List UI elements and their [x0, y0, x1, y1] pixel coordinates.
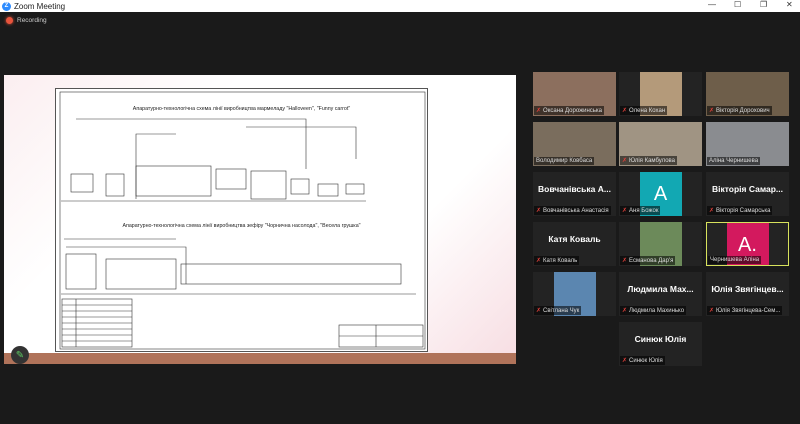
recording-indicator[interactable]: Recording — [6, 17, 47, 24]
participant-tile[interactable]: ✗ Олена Кохан — [619, 72, 702, 116]
title-bar: Z Zoom Meeting — ☐ ❐ ✕ — [0, 0, 800, 12]
participant-name-label: Володимир Ковбаса — [534, 157, 595, 165]
muted-mic-icon: ✗ — [622, 208, 628, 214]
participant-name-label: ✗ Оксана Дорожинська — [534, 106, 605, 115]
muted-mic-icon: ✗ — [709, 108, 715, 114]
participant-tile[interactable]: Катя Коваль ✗ Катя Коваль — [533, 222, 616, 266]
participant-display-name: Синюк Юлія — [634, 334, 687, 344]
participant-name: Вікторія Самарська — [716, 207, 771, 214]
technical-drawing: Апаратурно-технологічна схема лінії виро… — [55, 88, 428, 352]
participant-name-label: ✗ Людмила Махинько — [620, 306, 687, 315]
participant-name: Олена Кохан — [629, 107, 666, 114]
annotate-pencil-button[interactable]: ✎ — [11, 346, 29, 364]
slide-footer-bar — [4, 353, 516, 364]
participant-display-name: Вовчанівська А... — [538, 184, 611, 194]
participant-tile[interactable]: Володимир Ковбаса — [533, 122, 616, 166]
participant-tile[interactable]: ✗ Есманова Дар'я — [619, 222, 702, 266]
muted-mic-icon: ✗ — [536, 208, 542, 214]
participant-display-name: Катя Коваль — [548, 234, 601, 244]
participant-tile[interactable]: Вовчанівська А... ✗ Вовчанівська Анастасія — [533, 172, 616, 216]
participant-name-label: ✗ Вовчанівська Анастасія — [534, 206, 611, 215]
participant-name: Людмила Махинько — [629, 307, 685, 314]
participant-name-label: ✗ Есманова Дар'я — [620, 256, 676, 265]
recording-dot-icon — [6, 17, 13, 24]
muted-mic-icon: ✗ — [709, 208, 715, 214]
participant-name-label: ✗ Юлія Звягінцева-Сем... — [707, 306, 783, 315]
participant-name-label: ✗ Світлана Чук — [534, 306, 582, 315]
participant-name: Катя Коваль — [543, 257, 578, 264]
participant-tile[interactable]: Вікторія Самар... ✗ Вікторія Самарська — [706, 172, 789, 216]
participant-name-label: ✗ Олена Кохан — [620, 106, 668, 115]
recording-label: Recording — [17, 17, 47, 24]
participant-name-label: ✗ Синюк Юлія — [620, 356, 665, 365]
participant-name-label: ✗ Юлія Камбулова — [620, 156, 677, 165]
participant-display-name: Юлія Звягінцев... — [711, 284, 784, 294]
pencil-icon: ✎ — [15, 349, 25, 361]
participant-name: Юлія Звягінцева-Сем... — [716, 307, 781, 314]
muted-mic-icon: ✗ — [536, 108, 542, 114]
participant-tile[interactable]: ✗ Юлія Камбулова — [619, 122, 702, 166]
participant-name-label: ✗ Катя Коваль — [534, 256, 580, 265]
participant-name: Юлія Камбулова — [629, 157, 675, 164]
participant-tile[interactable]: ✗ Вікторія Дорохович — [706, 72, 789, 116]
restore-button[interactable]: ❐ — [760, 0, 767, 9]
muted-mic-icon: ✗ — [622, 308, 628, 314]
participant-name: Аліна Чернишева — [709, 158, 759, 164]
muted-mic-icon: ✗ — [622, 258, 628, 264]
participant-tile[interactable]: Юлія Звягінцев... ✗ Юлія Звягінцева-Сем... — [706, 272, 789, 316]
participant-name: Есманова Дар'я — [629, 257, 674, 264]
participant-tile[interactable]: A ✗ Аня Божок — [619, 172, 702, 216]
participant-tile[interactable]: Людмила Мах... ✗ Людмила Махинько — [619, 272, 702, 316]
minimize-button[interactable]: — — [708, 0, 716, 9]
muted-mic-icon: ✗ — [536, 258, 542, 264]
participant-name: Світлана Чук — [543, 307, 580, 314]
participant-name: Аня Божок — [629, 207, 659, 214]
maximize-button[interactable]: ☐ — [734, 0, 741, 9]
participant-name: Синюк Юлія — [629, 357, 663, 364]
close-button[interactable]: ✕ — [786, 0, 793, 9]
participant-name: Вікторія Дорохович — [716, 107, 770, 114]
participant-name-label: ✗ Аня Божок — [620, 206, 661, 215]
participant-name: Володимир Ковбаса — [536, 158, 593, 164]
muted-mic-icon: ✗ — [622, 158, 628, 164]
participant-tile[interactable]: ✗ Світлана Чук — [533, 272, 616, 316]
participant-display-name: Вікторія Самар... — [711, 184, 784, 194]
muted-mic-icon: ✗ — [622, 358, 628, 364]
zoom-logo-icon: Z — [2, 1, 11, 11]
participant-name-label: Чернишева Аліна — [708, 256, 762, 264]
participant-name-label: Аліна Чернишева — [707, 157, 761, 165]
participant-display-name: Людмила Мах... — [627, 284, 694, 294]
window-title: Zoom Meeting — [14, 1, 66, 11]
participant-tile[interactable]: Аліна Чернишева — [706, 122, 789, 166]
schematic-lines — [59, 91, 426, 350]
participant-name-label: ✗ Вікторія Самарська — [707, 206, 773, 215]
shared-screen: Апаратурно-технологічна схема лінії виро… — [4, 75, 516, 364]
muted-mic-icon: ✗ — [709, 308, 715, 314]
participant-name-label: ✗ Вікторія Дорохович — [707, 106, 772, 115]
participant-tile[interactable]: Синюк Юлія ✗ Синюк Юлія — [619, 322, 702, 366]
participant-name: Оксана Дорожинська — [543, 107, 603, 114]
participant-tile[interactable]: ✗ Оксана Дорожинська — [533, 72, 616, 116]
muted-mic-icon: ✗ — [622, 108, 628, 114]
participant-name: Вовчанівська Анастасія — [543, 207, 609, 214]
participant-name: Чернишева Аліна — [710, 257, 760, 263]
muted-mic-icon: ✗ — [536, 308, 542, 314]
participant-tile[interactable]: A. Чернишева Аліна — [706, 222, 789, 266]
